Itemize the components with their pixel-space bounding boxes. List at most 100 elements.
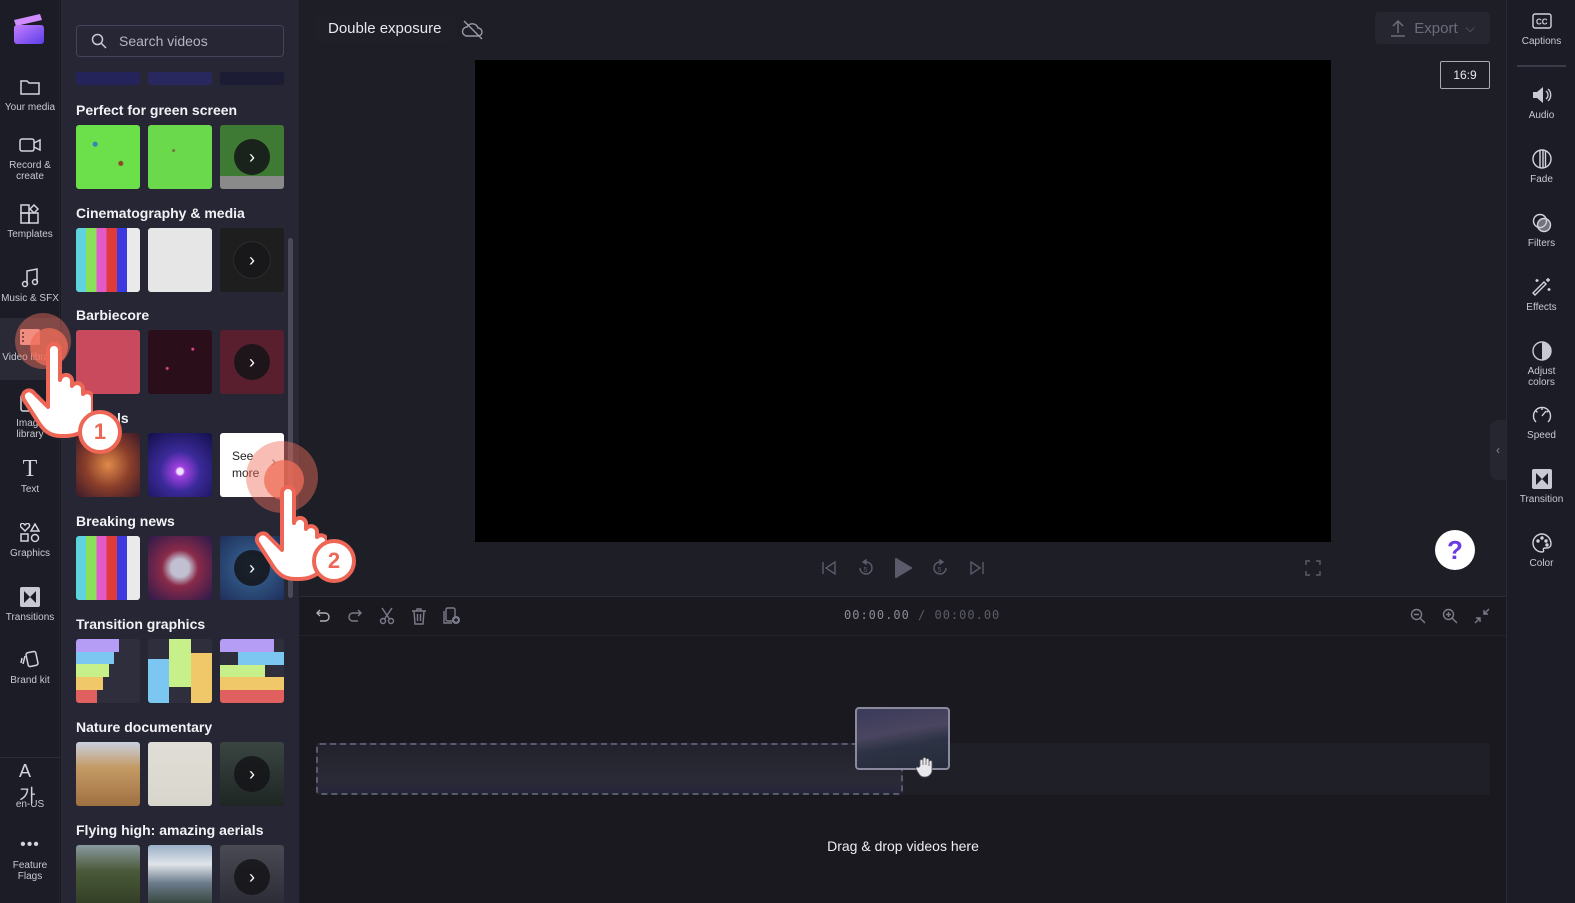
magic-wand-icon bbox=[1531, 276, 1553, 298]
svg-text:CC: CC bbox=[1536, 18, 1548, 27]
chevron-down-icon: ⌵ bbox=[1465, 20, 1475, 35]
video-thumb[interactable] bbox=[76, 639, 140, 703]
help-icon: ? bbox=[1447, 534, 1463, 565]
project-title[interactable]: Double exposure bbox=[314, 14, 456, 44]
video-thumb[interactable]: › bbox=[220, 228, 284, 292]
nav-templates[interactable]: Templates bbox=[0, 195, 60, 255]
music-icon bbox=[19, 267, 41, 289]
video-thumb[interactable] bbox=[148, 125, 212, 189]
rnav-adjust-colors[interactable]: Adjust colors bbox=[1507, 330, 1575, 388]
help-button[interactable]: ? bbox=[1435, 530, 1475, 570]
video-thumb[interactable] bbox=[148, 845, 212, 903]
nav-label: Feature Flags bbox=[12, 860, 48, 882]
more-arrow-button[interactable]: › bbox=[234, 344, 270, 380]
nav-music-sfx[interactable]: Music & SFX bbox=[0, 259, 60, 319]
nav-language[interactable]: A가 en-US bbox=[0, 760, 60, 825]
delete-icon[interactable] bbox=[408, 605, 430, 627]
export-button[interactable]: Export ⌵ bbox=[1375, 12, 1490, 44]
section-barbiecore: Barbiecore › bbox=[76, 306, 286, 394]
brand-kit-icon bbox=[19, 649, 41, 671]
svg-text:5: 5 bbox=[864, 567, 868, 574]
undo-icon[interactable] bbox=[312, 605, 334, 627]
language-icon: A가 bbox=[19, 760, 36, 806]
rnav-label: Captions bbox=[1521, 36, 1562, 47]
video-thumb[interactable] bbox=[76, 72, 140, 85]
video-thumb[interactable] bbox=[148, 639, 212, 703]
video-thumb[interactable]: › bbox=[220, 330, 284, 394]
search-input[interactable] bbox=[119, 33, 269, 49]
speedometer-icon bbox=[1531, 404, 1553, 426]
rnav-filters[interactable]: Filters bbox=[1507, 202, 1575, 260]
video-thumb[interactable] bbox=[76, 536, 140, 600]
nav-text[interactable]: T Text bbox=[0, 450, 60, 510]
nav-graphics[interactable]: Graphics bbox=[0, 514, 60, 574]
video-thumb[interactable] bbox=[148, 330, 212, 394]
rewind-5-icon[interactable]: 5 bbox=[854, 556, 878, 580]
video-thumb[interactable] bbox=[148, 72, 212, 85]
section-title: Cinematography & media bbox=[76, 205, 245, 221]
nav-your-media[interactable]: Your media bbox=[0, 68, 60, 128]
nav-transitions[interactable]: Transitions bbox=[0, 578, 60, 638]
more-arrow-button[interactable]: › bbox=[234, 242, 270, 278]
right-properties-nav: CC Captions Audio Fade Filters Effects A… bbox=[1506, 0, 1575, 903]
step-badge-1: 1 bbox=[78, 410, 122, 454]
video-thumb[interactable] bbox=[220, 639, 284, 703]
rnav-speed[interactable]: Speed bbox=[1507, 394, 1575, 452]
cut-icon[interactable] bbox=[376, 605, 398, 627]
nav-label: Graphics bbox=[9, 548, 50, 559]
rnav-label: Effects bbox=[1526, 302, 1557, 313]
rnav-color[interactable]: Color bbox=[1507, 522, 1575, 580]
rnav-label: Speed bbox=[1527, 430, 1556, 441]
search-box[interactable] bbox=[76, 25, 284, 57]
nav-brand-kit[interactable]: Brand kit bbox=[0, 641, 60, 701]
video-thumb[interactable] bbox=[76, 228, 140, 292]
section-nature: Nature documentary › bbox=[76, 718, 286, 806]
rnav-captions[interactable]: CC Captions bbox=[1507, 0, 1575, 58]
rnav-effects[interactable]: Effects bbox=[1507, 266, 1575, 324]
nav-feature-flags[interactable]: ••• Feature Flags bbox=[0, 826, 60, 886]
play-icon[interactable] bbox=[891, 556, 915, 580]
skip-to-start-icon[interactable] bbox=[817, 556, 841, 580]
speaker-icon bbox=[1531, 84, 1553, 106]
nav-record-create[interactable]: Record & create bbox=[0, 126, 60, 186]
left-nav: Your media Record & create Templates Mus… bbox=[0, 0, 60, 903]
collapse-panel-button[interactable]: ‹ bbox=[1490, 420, 1506, 480]
export-label: Export bbox=[1414, 19, 1458, 37]
fullscreen-icon[interactable] bbox=[1301, 556, 1325, 580]
drop-zone-preview[interactable] bbox=[316, 743, 903, 795]
video-thumb[interactable]: › bbox=[220, 845, 284, 903]
skip-to-end-icon[interactable] bbox=[965, 556, 989, 580]
more-arrow-button[interactable]: › bbox=[234, 139, 270, 175]
video-thumb[interactable]: › bbox=[220, 125, 284, 189]
more-icon: ••• bbox=[20, 836, 40, 853]
video-thumb[interactable] bbox=[148, 742, 212, 806]
rnav-transition[interactable]: Transition bbox=[1507, 458, 1575, 516]
nav-label: Text bbox=[20, 484, 40, 495]
section-title: Transition graphics bbox=[76, 616, 206, 632]
video-thumb[interactable]: › bbox=[220, 742, 284, 806]
upload-icon bbox=[1391, 19, 1406, 37]
video-thumb[interactable] bbox=[148, 433, 212, 497]
timecode: 00:00.00 / 00:00.00 bbox=[844, 608, 1000, 622]
fit-timeline-icon[interactable] bbox=[1471, 605, 1493, 627]
video-thumb[interactable] bbox=[148, 536, 212, 600]
video-thumb[interactable] bbox=[76, 742, 140, 806]
rnav-audio[interactable]: Audio bbox=[1507, 74, 1575, 132]
zoom-out-icon[interactable] bbox=[1407, 605, 1429, 627]
cloud-off-icon[interactable] bbox=[460, 17, 486, 43]
rnav-fade[interactable]: Fade bbox=[1507, 138, 1575, 196]
video-thumb[interactable] bbox=[76, 845, 140, 903]
camera-icon bbox=[19, 134, 41, 156]
more-arrow-button[interactable]: › bbox=[234, 859, 270, 895]
zoom-in-icon[interactable] bbox=[1439, 605, 1461, 627]
more-arrow-button[interactable]: › bbox=[234, 756, 270, 792]
video-thumb[interactable] bbox=[220, 72, 284, 85]
video-thumb[interactable] bbox=[76, 125, 140, 189]
redo-icon[interactable] bbox=[344, 605, 366, 627]
forward-5-icon[interactable]: 5 bbox=[928, 556, 952, 580]
add-to-timeline-icon[interactable] bbox=[441, 605, 463, 627]
current-time: 00:00.00 bbox=[844, 608, 910, 622]
step-badge-2: 2 bbox=[312, 539, 356, 583]
video-thumb[interactable] bbox=[148, 228, 212, 292]
aspect-ratio-button[interactable]: 16:9 bbox=[1440, 61, 1490, 89]
